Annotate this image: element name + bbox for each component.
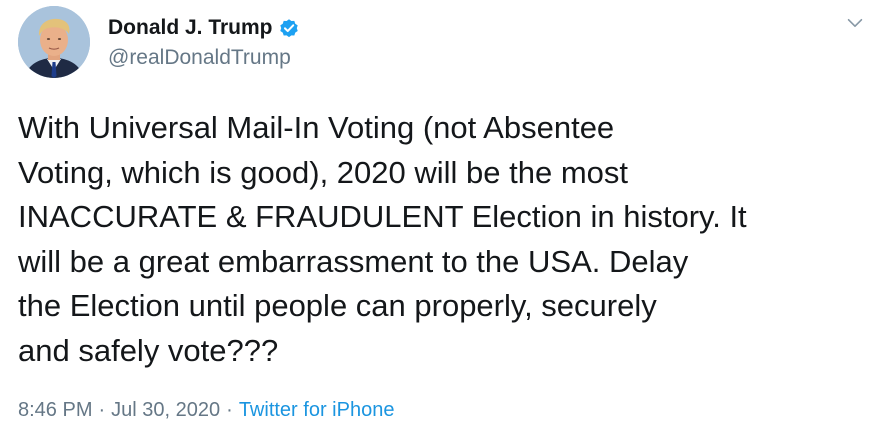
tweet-text-line: With Universal Mail-In Voting (not Absen… [18,110,615,145]
verified-badge-icon [278,17,300,39]
tweet-card: Donald J. Trump @realDonaldTrump With Un… [0,0,880,442]
tweet-author: Donald J. Trump @realDonaldTrump [108,14,300,72]
meta-separator: · [98,399,106,421]
tweet-time: 8:46 PM [18,399,93,421]
avatar-image [18,6,90,78]
tweet-date: Jul 30, 2020 [111,399,221,421]
tweet-text: With Universal Mail-In Voting (not Absen… [18,106,870,373]
tweet-text-line: the Election until people can properly, … [18,288,657,323]
meta-separator: · [226,399,233,421]
tweet-text-line: Voting, which is good), 2020 will be the… [18,154,629,190]
tweet-text-line: and safely vote??? [18,332,279,368]
chevron-down-icon[interactable] [844,12,866,34]
author-handle[interactable]: @realDonaldTrump [108,44,300,72]
tweet-source-link[interactable]: Twitter for iPhone [239,399,395,421]
author-display-name[interactable]: Donald J. Trump [108,14,273,42]
tweet-timestamp[interactable]: 8:46 PM · Jul 30, 2020 [18,399,220,421]
author-name-row: Donald J. Trump [108,14,300,42]
tweet-text-line: INACCURATE & FRAUDULENT Election in hist… [18,199,747,234]
tweet-text-line: will be a great embarrassment to the USA… [18,243,689,279]
tweet-metadata: 8:46 PM · Jul 30, 2020 · Twitter for iPhone [18,396,394,424]
avatar[interactable] [18,6,90,78]
